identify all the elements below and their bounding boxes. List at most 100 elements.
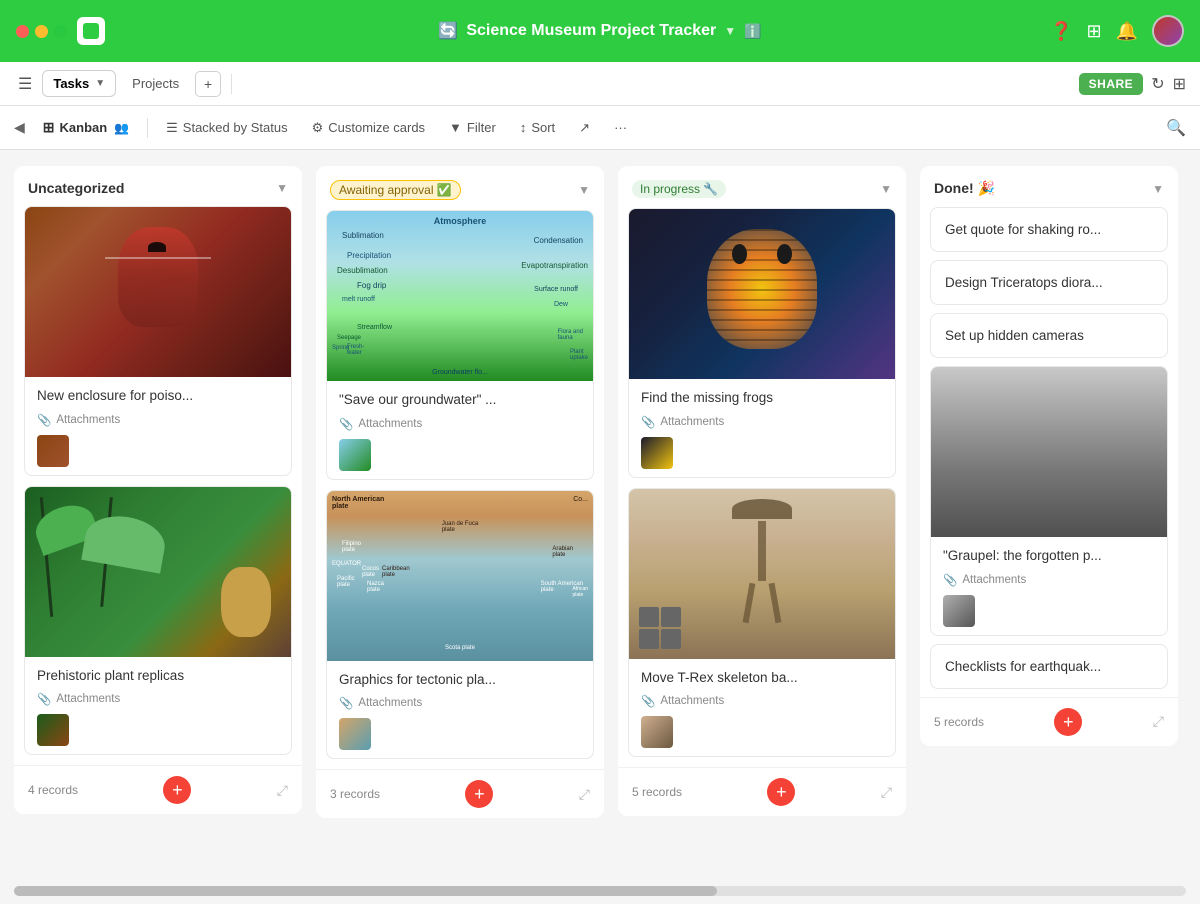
attach-icon-graupel: 📎 xyxy=(943,573,957,587)
column-body-inprogress: Find the missing frogs 📎 Attachments xyxy=(618,208,906,767)
kanban-view-button[interactable]: ⊞ Kanban 👥 xyxy=(33,114,139,141)
column-chevron-awaiting[interactable]: ▼ xyxy=(578,183,590,197)
card-missing-frogs[interactable]: Find the missing frogs 📎 Attachments xyxy=(628,208,896,478)
awaiting-status-pill: Awaiting approval ✅ xyxy=(330,180,461,200)
info-icon[interactable]: ℹ️ xyxy=(744,23,761,40)
column-chevron-uncategorized[interactable]: ▼ xyxy=(276,181,288,195)
expand-awaiting[interactable]: ⤢ xyxy=(579,786,590,803)
add-record-inprogress[interactable]: + xyxy=(767,778,795,806)
sort-label: Sort xyxy=(531,120,555,135)
card-thumb-trex xyxy=(641,716,673,748)
kanban-label: Kanban xyxy=(60,120,108,135)
column-inprogress: In progress 🔧 ▼ Find the missing f xyxy=(618,166,906,816)
projects-button[interactable]: Projects xyxy=(122,71,189,96)
sort-button[interactable]: ↕ Sort xyxy=(510,115,565,140)
menu-icon[interactable]: ☰ xyxy=(14,74,36,94)
scrollbar-thumb xyxy=(14,886,717,896)
attach-label-tectonic: Attachments xyxy=(358,697,422,709)
card-image-poison-frog xyxy=(25,207,291,377)
card-trex[interactable]: Move T-Rex skeleton ba... 📎 Attachments xyxy=(628,488,896,758)
column-body-awaiting: Atmosphere Sublimation Condensation Prec… xyxy=(316,210,604,769)
column-body-done: Get quote for shaking ro... Design Trice… xyxy=(920,207,1178,697)
stacked-icon: ☰ xyxy=(166,120,178,136)
export-button[interactable]: ↗ xyxy=(569,115,600,141)
kanban-icon: ⊞ xyxy=(43,119,55,136)
card-tectonic[interactable]: North Americanplate Co... Juan de Fucapl… xyxy=(326,490,594,760)
expand-inprogress[interactable]: ⤢ xyxy=(881,784,892,801)
add-record-uncategorized[interactable]: + xyxy=(163,776,191,804)
add-view-button[interactable]: + xyxy=(195,71,221,97)
attachment-icon-plant: 📎 xyxy=(37,692,51,706)
column-uncategorized: Uncategorized ▼ New enclosure for poiso.… xyxy=(14,166,302,814)
refresh-icon[interactable]: ↻ xyxy=(1151,74,1164,94)
column-chevron-inprogress[interactable]: ▼ xyxy=(880,182,892,196)
layout-icon[interactable]: ⊞ xyxy=(1173,74,1186,94)
attach-icon-trex: 📎 xyxy=(641,694,655,708)
card-title-checklists: Checklists for earthquak... xyxy=(945,659,1153,674)
share-button[interactable]: SHARE xyxy=(1079,73,1144,95)
card-title-frogs: Find the missing frogs xyxy=(641,389,883,407)
graupel-card-info: "Graupel: the forgotten p... 📎 Attachmen… xyxy=(931,537,1167,635)
card-thumb-groundwater xyxy=(339,439,371,471)
grid-icon[interactable]: ⊞ xyxy=(1086,21,1101,42)
expand-uncategorized[interactable]: ⤢ xyxy=(277,782,288,799)
column-chevron-done[interactable]: ▼ xyxy=(1152,182,1164,196)
attachments-label-plant: Attachments xyxy=(56,693,120,705)
close-button[interactable] xyxy=(16,25,29,38)
minimize-button[interactable] xyxy=(35,25,48,38)
avatar[interactable] xyxy=(1152,15,1184,47)
add-record-done[interactable]: + xyxy=(1054,708,1082,736)
card-shaking-ro[interactable]: Get quote for shaking ro... xyxy=(930,207,1168,252)
card-poison-frog[interactable]: New enclosure for poiso... 📎 Attachments xyxy=(24,206,292,476)
card-plant-replicas[interactable]: Prehistoric plant replicas 📎 Attachments xyxy=(24,486,292,756)
card-title-graupel: "Graupel: the forgotten p... xyxy=(943,547,1155,565)
attach-label-graupel: Attachments xyxy=(962,574,1026,586)
column-title-inprogress: In progress 🔧 xyxy=(632,180,726,198)
card-title-poison-frog: New enclosure for poiso... xyxy=(37,387,279,405)
maximize-button[interactable] xyxy=(54,25,67,38)
board-columns: Uncategorized ▼ New enclosure for poiso.… xyxy=(0,150,1200,878)
help-icon[interactable]: ❓ xyxy=(1050,21,1072,42)
group-icon: 👥 xyxy=(114,121,129,135)
filter-label: Filter xyxy=(467,120,496,135)
app-title: Science Museum Project Tracker xyxy=(466,22,716,40)
title-bar-right: ❓ ⊞ 🔔 xyxy=(1050,15,1184,47)
stacked-by-status-button[interactable]: ☰ Stacked by Status xyxy=(156,115,297,141)
expand-done[interactable]: ⤢ xyxy=(1153,713,1164,730)
inprogress-status-pill: In progress 🔧 xyxy=(632,180,726,198)
attach-icon-tectonic: 📎 xyxy=(339,696,353,710)
card-groundwater[interactable]: Atmosphere Sublimation Condensation Prec… xyxy=(326,210,594,480)
column-footer-inprogress: 5 records + ⤢ xyxy=(618,767,906,816)
view-right: 🔍 xyxy=(1166,118,1186,138)
bell-icon[interactable]: 🔔 xyxy=(1116,21,1138,42)
search-icon[interactable]: 🔍 xyxy=(1166,120,1186,137)
card-body-trex: Move T-Rex skeleton ba... 📎 Attachments xyxy=(629,659,895,757)
card-meta-poison-frog: 📎 Attachments xyxy=(37,413,279,427)
app-logo xyxy=(77,17,105,45)
export-icon: ↗ xyxy=(579,120,590,136)
add-record-awaiting[interactable]: + xyxy=(465,780,493,808)
card-title-groundwater: "Save our groundwater" ... xyxy=(339,391,581,409)
board-scrollbar[interactable] xyxy=(14,886,1186,896)
card-checklists[interactable]: Checklists for earthquak... xyxy=(930,644,1168,689)
filter-button[interactable]: ▼ Filter xyxy=(439,115,506,140)
customize-icon: ⚙ xyxy=(312,120,324,136)
sort-icon: ↕ xyxy=(520,120,527,135)
customize-cards-button[interactable]: ⚙ Customize cards xyxy=(302,115,435,141)
filter-icon: ▼ xyxy=(449,120,462,135)
window-controls xyxy=(16,25,67,38)
attach-icon-groundwater: 📎 xyxy=(339,417,353,431)
more-options-button[interactable]: ··· xyxy=(604,115,637,140)
sidebar-toggle-icon[interactable]: ◀ xyxy=(14,119,25,136)
column-awaiting: Awaiting approval ✅ ▼ Atmosphere Sublima… xyxy=(316,166,604,818)
card-body-frogs: Find the missing frogs 📎 Attachments xyxy=(629,379,895,477)
card-body-poison-frog: New enclosure for poiso... 📎 Attachments xyxy=(25,377,291,475)
column-header-uncategorized: Uncategorized ▼ xyxy=(14,166,302,206)
tasks-button[interactable]: Tasks ▼ xyxy=(42,70,116,97)
card-triceratops[interactable]: Design Triceratops diora... xyxy=(930,260,1168,305)
card-thumb-frogs xyxy=(641,437,673,469)
card-graupel[interactable]: "Graupel: the forgotten p... 📎 Attachmen… xyxy=(930,366,1168,636)
title-chevron[interactable]: ▼ xyxy=(724,24,736,38)
card-hidden-cameras[interactable]: Set up hidden cameras xyxy=(930,313,1168,358)
customize-label: Customize cards xyxy=(328,120,425,135)
